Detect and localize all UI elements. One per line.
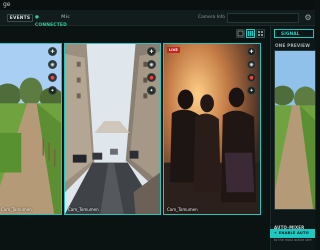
grid-view-icon: [258, 31, 263, 36]
tile-camera-name: Cam_Tamumen: [1, 207, 32, 212]
camera-info-field[interactable]: [227, 13, 299, 23]
microphone-icon[interactable]: ✚: [48, 47, 57, 56]
live-badge: LIVE: [167, 47, 180, 53]
signal-tab[interactable]: SIGNAL: [274, 29, 314, 38]
tile-camera-name: Cam_Tomumen: [68, 207, 99, 212]
camera-icon[interactable]: ◉: [147, 60, 156, 69]
settings-icon[interactable]: ✦: [247, 86, 256, 95]
window-title: ge: [3, 1, 11, 8]
record-icon[interactable]: ●: [147, 73, 156, 82]
settings-icon[interactable]: ✦: [147, 86, 156, 95]
settings-icon[interactable]: ✦: [48, 86, 57, 95]
tile-camera-name: Cam_Tomumen: [167, 207, 198, 212]
toolbar: EVENTS ● CONNECTED Mic Camera Info ⚙: [0, 10, 315, 28]
single-view-icon: [237, 30, 244, 37]
view-grid-4-button[interactable]: [256, 29, 265, 38]
title-bar: ge: [0, 0, 315, 10]
sunset-video-frame: [164, 44, 260, 214]
preview-frame: [275, 51, 315, 209]
tile-controls: ✚ ◉ ● ✦: [247, 47, 257, 99]
auto-mixer-description-2: to the most active stre: [274, 238, 312, 243]
mic-input[interactable]: [74, 14, 184, 22]
tile-controls: ✚ ◉ ● ✦: [147, 47, 157, 99]
street-video-frame: [65, 44, 160, 214]
record-icon[interactable]: ●: [48, 73, 57, 82]
camera-tile-3[interactable]: LIVE ✚ ◉ ● ✦ Cam_Tomumen: [163, 43, 261, 215]
preview-heading: ONE PREVIEW: [275, 43, 311, 48]
gear-icon[interactable]: ⚙: [303, 13, 313, 23]
right-panel: SIGNAL ONE PREVIEW AUTO-MIXER Analyzes a…: [270, 26, 316, 250]
view-single-button[interactable]: [236, 29, 245, 38]
camera-icon[interactable]: ◉: [247, 60, 256, 69]
enable-auto-button[interactable]: + ENABLE AUTO: [270, 229, 315, 238]
camera-info-label: Camera Info: [198, 15, 225, 20]
camera-tile-2[interactable]: ✚ ◉ ● ✦ Cam_Tomumen: [64, 43, 161, 215]
record-icon[interactable]: ●: [247, 73, 256, 82]
tile-controls: ✚ ◉ ● ✦: [48, 47, 58, 99]
bottom-bar: [0, 216, 270, 250]
mic-label: Mic: [61, 15, 71, 20]
view-grid-3-button[interactable]: [246, 29, 255, 38]
microphone-icon[interactable]: ✚: [147, 47, 156, 56]
program-preview: [274, 50, 316, 210]
connection-status: ● CONNECTED: [35, 15, 67, 28]
microphone-icon[interactable]: ✚: [247, 47, 256, 56]
columns-view-icon: [247, 31, 254, 36]
events-button[interactable]: EVENTS: [7, 14, 33, 22]
camera-tile-1[interactable]: ✚ ◉ ● ✦ Cam_Tamumen: [0, 43, 62, 215]
camera-icon[interactable]: ◉: [48, 60, 57, 69]
view-mode-bar: [0, 26, 270, 42]
